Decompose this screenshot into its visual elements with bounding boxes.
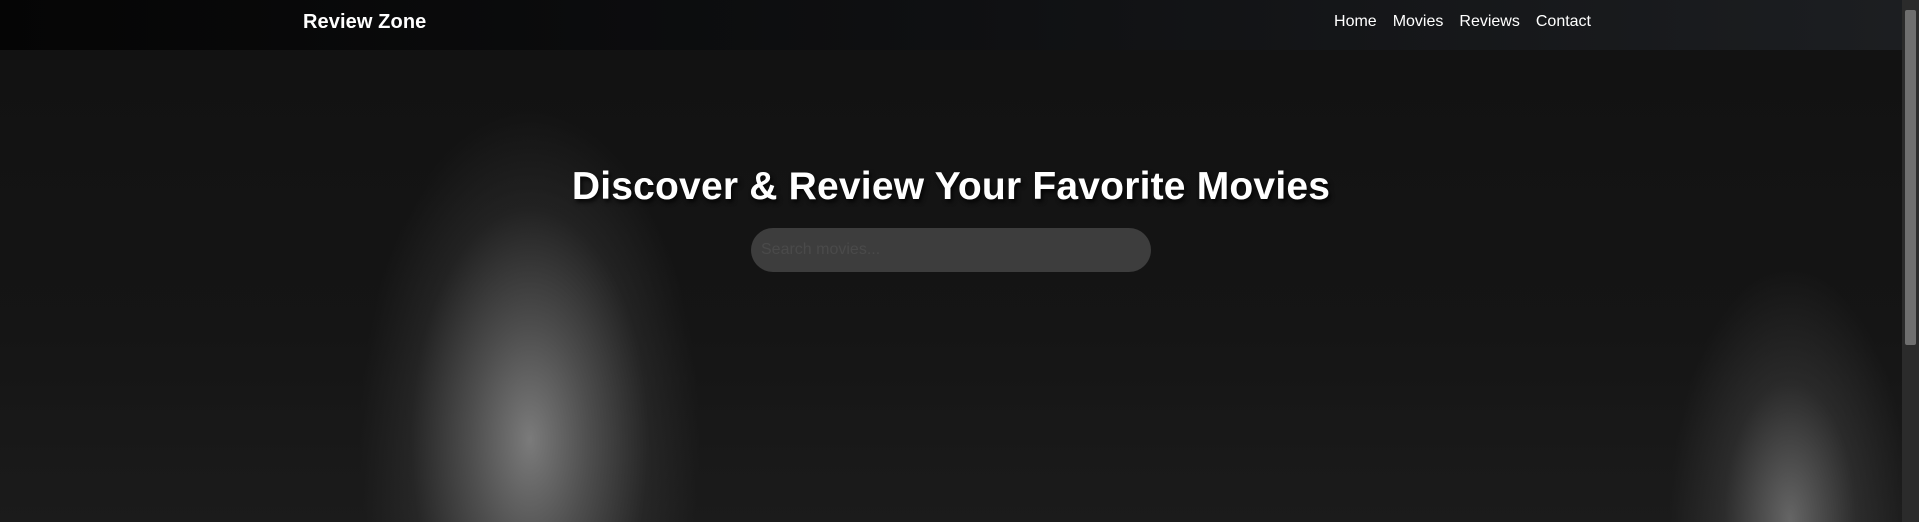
nav-link-contact[interactable]: Contact	[1536, 13, 1591, 31]
brand-logo-link[interactable]: Review Zone	[303, 11, 426, 34]
vertical-scrollbar[interactable]	[1902, 0, 1919, 522]
search-input[interactable]	[751, 227, 1151, 272]
nav-links: Home Movies Reviews Contact	[1334, 13, 1591, 31]
page: Review Zone Home Movies Reviews Contact …	[0, 0, 1919, 522]
scrollbar-thumb[interactable]	[1905, 10, 1916, 345]
nav-link-reviews[interactable]: Reviews	[1459, 13, 1519, 31]
hero-content: Discover & Review Your Favorite Movies	[0, 165, 1902, 272]
nav-link-movies[interactable]: Movies	[1393, 13, 1444, 31]
navbar: Review Zone Home Movies Reviews Contact	[0, 0, 1902, 50]
nav-link-home[interactable]: Home	[1334, 13, 1377, 31]
hero-title: Discover & Review Your Favorite Movies	[571, 165, 1331, 208]
hero-section	[0, 50, 1902, 522]
